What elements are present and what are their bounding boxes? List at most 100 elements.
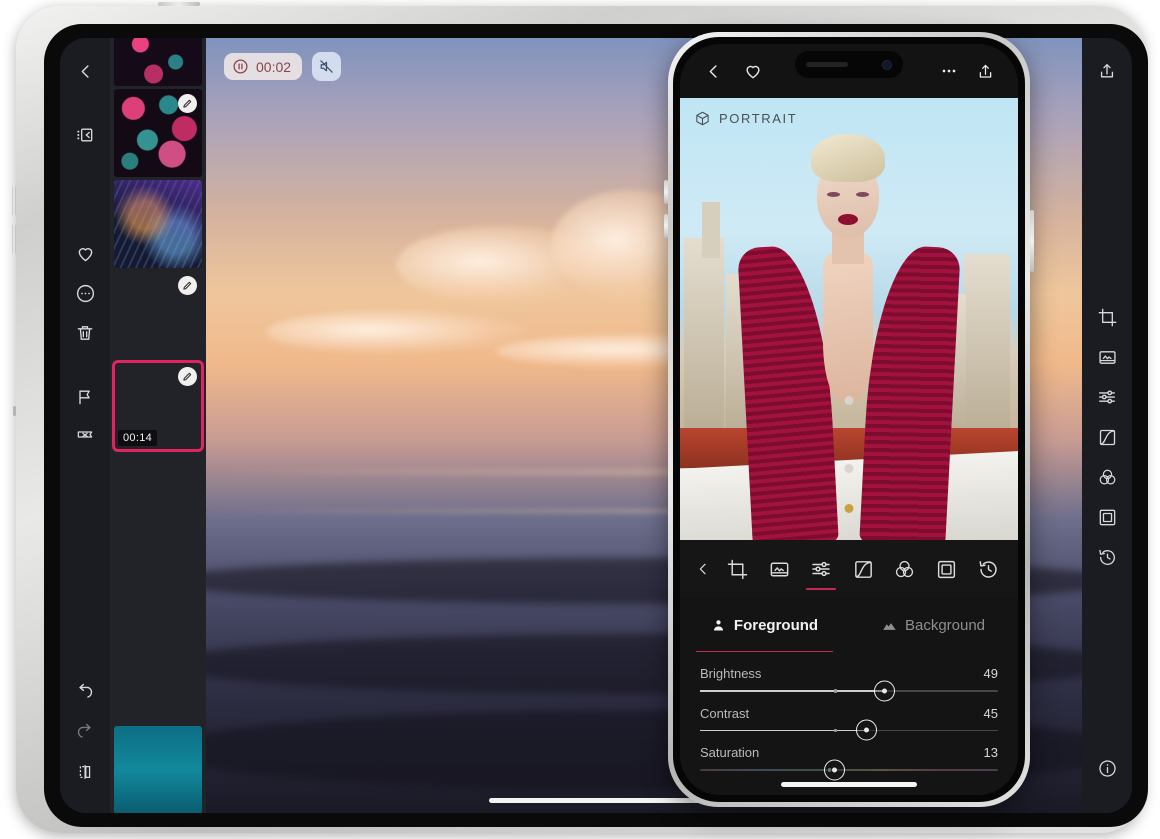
phone-history-tool[interactable] [968, 540, 1008, 598]
phone-back-button[interactable] [698, 56, 728, 86]
left-rail-bottom-group [68, 675, 102, 795]
portrait-subject [737, 134, 961, 540]
thumbnail-image [114, 38, 202, 86]
playback-pause-button[interactable]: 00:02 [224, 53, 303, 80]
tablet-left-port [13, 406, 16, 416]
front-camera [882, 59, 892, 70]
pause-icon [233, 59, 248, 74]
thumbnail-item[interactable] [114, 180, 202, 268]
phone-toolbar-back-button[interactable] [690, 540, 716, 598]
phone-border-tool[interactable] [927, 540, 967, 598]
tablet-volume-up-button[interactable] [12, 186, 16, 216]
phone-power-button[interactable] [1030, 210, 1034, 272]
phone-volume-down-button[interactable] [664, 214, 668, 238]
phone-color-mix-tool[interactable] [885, 540, 925, 598]
phone-volume-up-button[interactable] [664, 180, 668, 204]
undo-icon [79, 683, 93, 698]
compare-split-icon [79, 765, 91, 779]
history-clock-icon [979, 560, 997, 578]
right-rail-bottom-group [1090, 751, 1124, 791]
redo-icon [77, 723, 91, 738]
phone-adjust-tool[interactable] [801, 540, 841, 598]
phone-photo-preview[interactable]: PORTRAIT [680, 98, 1018, 540]
border-tool[interactable] [1090, 500, 1124, 534]
tab-foreground-label: Foreground [733, 616, 819, 634]
slider-track[interactable] [700, 719, 998, 741]
right-toolbar-rail [1082, 38, 1132, 813]
ellipsis-icon [942, 69, 956, 73]
favorite-button[interactable] [68, 236, 102, 270]
history-tool[interactable] [1090, 540, 1124, 574]
export-share-button[interactable] [1090, 54, 1124, 88]
thumbnail-item[interactable] [114, 726, 202, 813]
phone-crop-tool[interactable] [718, 540, 758, 598]
thumbnail-item[interactable] [114, 544, 202, 632]
tab-background[interactable]: Background [849, 598, 1018, 652]
compare-button[interactable] [68, 755, 102, 789]
mute-toggle-button[interactable] [312, 52, 342, 81]
phone-light-tool[interactable] [760, 540, 800, 598]
thumbnail-item[interactable] [114, 38, 202, 86]
phone-more-button[interactable] [934, 56, 964, 86]
thumbnail-item[interactable]: 00:14 [112, 360, 204, 452]
redo-button[interactable] [68, 715, 102, 749]
back-button[interactable] [68, 54, 102, 88]
thumbnail-item[interactable] [114, 635, 202, 723]
square-frame-icon [937, 560, 956, 578]
phone-screen: PORTRAIT Foreground Background Brightnes… [680, 44, 1018, 795]
phone-favorite-button[interactable] [738, 56, 768, 86]
slider-knob[interactable] [823, 759, 845, 781]
thumbnail-item[interactable] [114, 453, 202, 541]
subject-lips [838, 214, 858, 225]
delete-button[interactable] [68, 316, 102, 350]
crop-tool[interactable] [1090, 300, 1124, 334]
subject-chest [823, 252, 873, 402]
edited-badge [178, 367, 197, 386]
flag-x-icon [77, 431, 93, 438]
phone-share-button[interactable] [970, 56, 1000, 86]
slider-default-tick [834, 689, 837, 693]
phone-device: PORTRAIT Foreground Background Brightnes… [664, 32, 1034, 807]
building-shape [964, 254, 1010, 440]
phone-mask-tabs: Foreground Background [680, 598, 1018, 652]
pencil-icon [183, 281, 192, 290]
phone-edit-toolbar [680, 540, 1018, 598]
undo-button[interactable] [68, 675, 102, 709]
phone-home-indicator [781, 782, 917, 787]
color-mix-tool[interactable] [1090, 460, 1124, 494]
light-tool[interactable] [1090, 340, 1124, 374]
phone-curves-tool[interactable] [843, 540, 883, 598]
crop-icon [728, 559, 748, 579]
reject-button[interactable] [68, 420, 102, 454]
crop-icon [1098, 308, 1116, 326]
slider-knob[interactable] [874, 680, 896, 702]
slider-track[interactable] [700, 680, 998, 702]
thumbnail-item[interactable] [114, 271, 202, 359]
playback-timecode: 00:02 [256, 58, 292, 75]
info-button[interactable] [1090, 751, 1124, 785]
tablet-volume-down-button[interactable] [12, 224, 16, 254]
chevron-left-icon [709, 64, 717, 78]
thumbnail-item[interactable] [114, 89, 202, 177]
flag-button[interactable] [68, 380, 102, 414]
thumbnail-filmstrip[interactable]: 00:14 [110, 38, 206, 813]
portrait-badge-label: PORTRAIT [719, 111, 798, 126]
slider-track[interactable] [700, 759, 998, 781]
jacket-button [844, 464, 854, 473]
subject-hair [811, 134, 885, 182]
pencil-icon [183, 372, 192, 381]
slider-value: 49 [983, 666, 998, 681]
slider-default-tick [834, 728, 837, 732]
panel-toggle-button[interactable] [68, 118, 102, 152]
tab-foreground[interactable]: Foreground [680, 598, 849, 652]
phone-notch [795, 51, 903, 78]
curves-tool[interactable] [1090, 420, 1124, 454]
tablet-power-button[interactable] [158, 2, 200, 6]
slider-knob[interactable] [856, 719, 878, 741]
more-options-button[interactable] [68, 276, 102, 310]
phone-bezel: PORTRAIT Foreground Background Brightnes… [673, 37, 1025, 802]
adjust-tool[interactable] [1090, 380, 1124, 414]
slider-label: Contrast [700, 705, 750, 721]
slider-fill [700, 729, 867, 731]
cloud-shape [266, 310, 526, 354]
